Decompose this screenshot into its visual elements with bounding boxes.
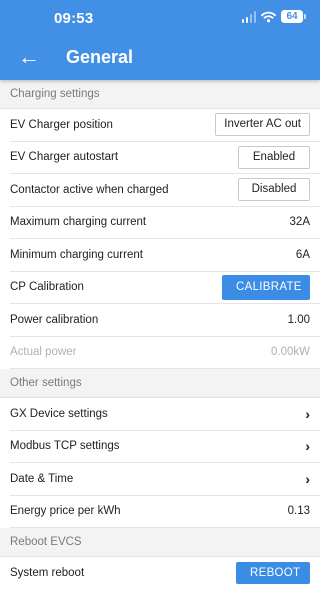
row-label: Date & Time [10, 472, 74, 485]
max-charging-current-value: 32A [289, 216, 310, 229]
row-label: Contactor active when charged [10, 183, 169, 196]
reboot-button[interactable]: REBOOT [236, 562, 310, 585]
section-header-other: Other settings [0, 369, 320, 398]
row-date-time[interactable]: Date & Time › [10, 463, 320, 496]
chevron-right-icon[interactable]: › [305, 471, 310, 487]
energy-price-value: 0.13 [287, 505, 310, 518]
contactor-active-select[interactable]: Disabled [238, 178, 310, 202]
power-calibration-value: 1.00 [287, 313, 310, 326]
row-actual-power: Actual power 0.00kW [10, 337, 320, 369]
row-gx-device-settings[interactable]: GX Device settings › [10, 398, 320, 431]
row-label: Actual power [10, 346, 77, 359]
row-min-charging-current[interactable]: Minimum charging current 6A [10, 239, 320, 272]
row-label: Power calibration [10, 313, 99, 326]
row-cp-calibration: CP Calibration CALIBRATE [10, 272, 320, 304]
status-time: 09:53 [54, 10, 94, 27]
row-system-reboot: System reboot REBOOT [10, 557, 320, 590]
actual-power-value: 0.00kW [271, 346, 310, 359]
row-label: EV Charger autostart [10, 151, 119, 164]
section-header-charging: Charging settings [0, 80, 320, 109]
row-max-charging-current[interactable]: Maximum charging current 32A [10, 207, 320, 239]
wifi-icon [261, 11, 276, 22]
ev-charger-position-select[interactable]: Inverter AC out [215, 113, 310, 137]
signal-icon [241, 10, 256, 23]
row-contactor-active: Contactor active when charged Disabled [10, 174, 320, 207]
battery-icon: 64 [281, 10, 306, 23]
row-label: Modbus TCP settings [10, 440, 120, 453]
row-label: EV Charger position [10, 118, 113, 131]
row-label: GX Device settings [10, 407, 108, 420]
row-label: CP Calibration [10, 281, 84, 294]
row-label: System reboot [10, 567, 85, 580]
row-ev-charger-autostart: EV Charger autostart Enabled [10, 142, 320, 174]
row-label: Minimum charging current [10, 248, 143, 261]
row-power-calibration[interactable]: Power calibration 1.00 [10, 304, 320, 337]
row-ev-charger-position: EV Charger position Inverter AC out [10, 109, 320, 142]
status-icons: 64 [241, 10, 306, 23]
app-bar: ← General [0, 36, 320, 80]
ev-charger-autostart-select[interactable]: Enabled [238, 145, 310, 169]
chevron-right-icon[interactable]: › [305, 438, 310, 454]
row-modbus-tcp-settings[interactable]: Modbus TCP settings › [10, 431, 320, 463]
section-header-reboot: Reboot EVCS [0, 528, 320, 557]
arrow-left-icon[interactable]: ← [18, 44, 40, 70]
status-bar: 09:53 64 [0, 0, 320, 36]
row-label: Energy price per kWh [10, 505, 121, 518]
calibrate-button[interactable]: CALIBRATE [222, 274, 310, 300]
settings-list: Charging settings EV Charger position In… [0, 80, 320, 590]
battery-level: 64 [281, 10, 303, 23]
min-charging-current-value: 6A [295, 248, 310, 261]
page-title: General [66, 47, 134, 67]
chevron-right-icon[interactable]: › [305, 406, 310, 422]
row-label: Maximum charging current [10, 216, 147, 229]
row-energy-price[interactable]: Energy price per kWh 0.13 [10, 496, 320, 528]
